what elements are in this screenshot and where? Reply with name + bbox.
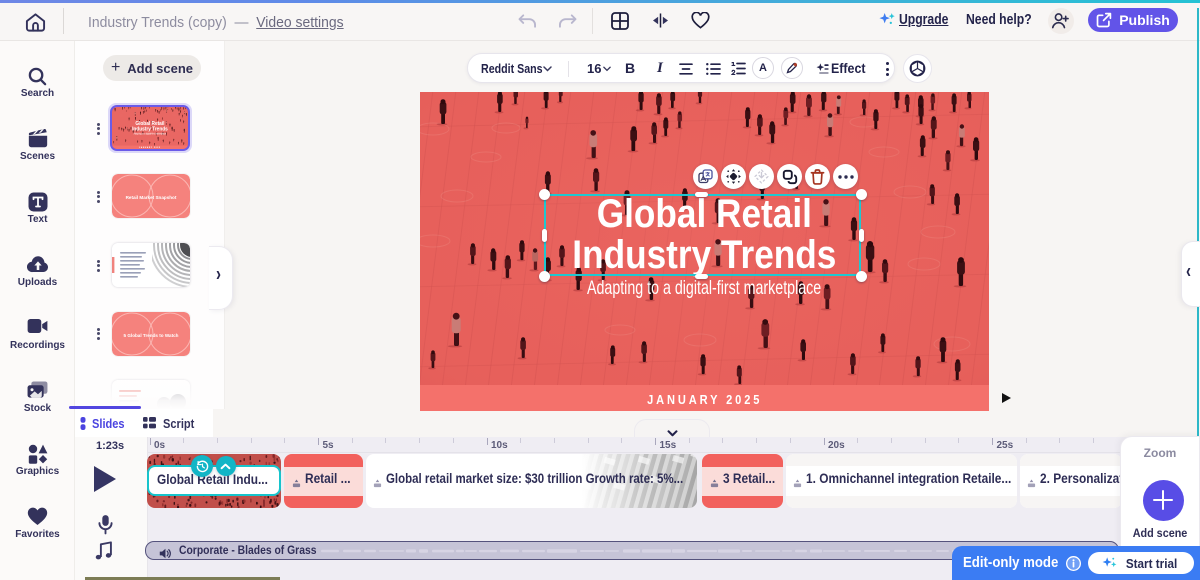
- svg-text:Industry Trends: Industry Trends: [132, 126, 168, 132]
- svg-text:5 Global Trends to Watch: 5 Global Trends to Watch: [124, 333, 179, 338]
- svg-text:Global Retail: Global Retail: [135, 120, 165, 126]
- svg-text:Retail Market Snapshot: Retail Market Snapshot: [126, 195, 177, 200]
